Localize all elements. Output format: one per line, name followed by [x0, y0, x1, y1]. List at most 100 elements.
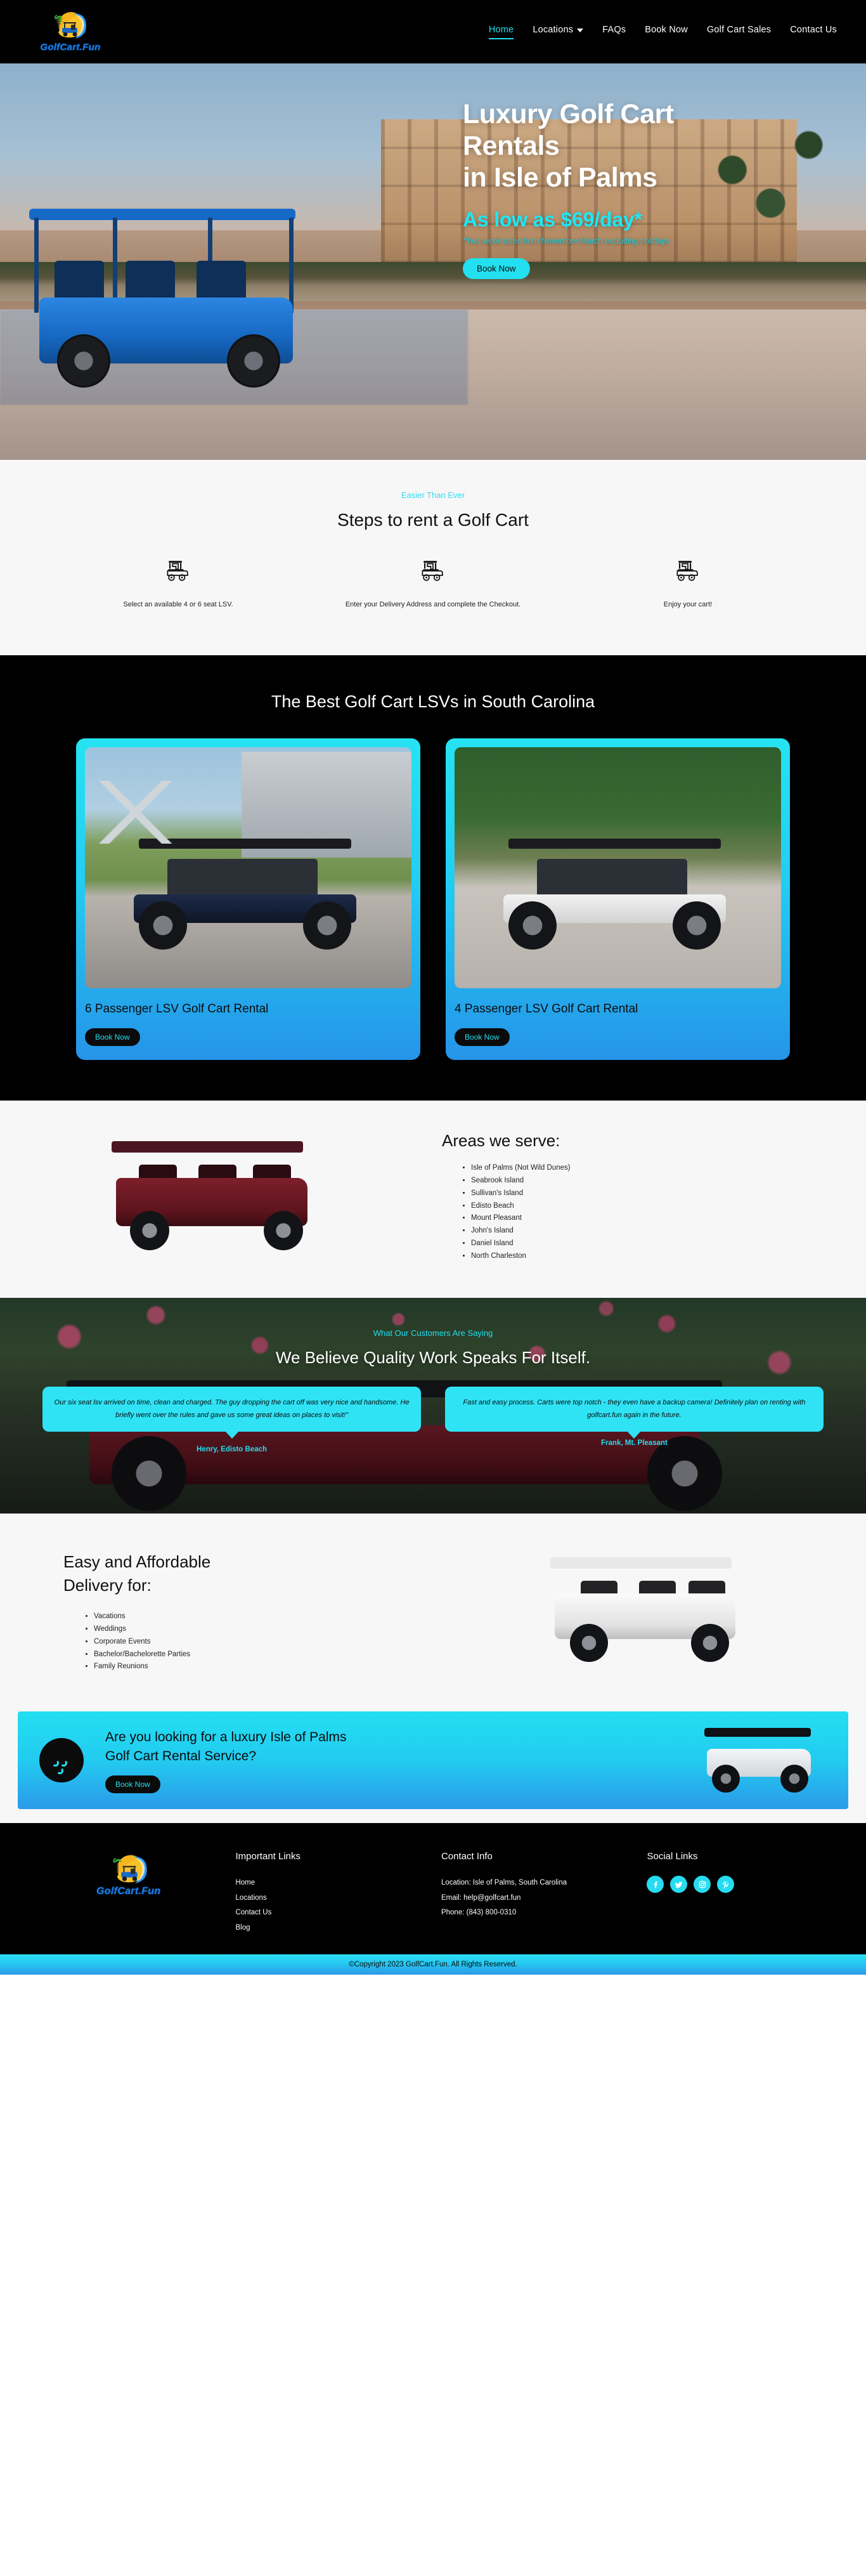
nav-label: FAQs — [602, 24, 626, 35]
step-text: Enter your Delivery Address and complete… — [345, 601, 521, 608]
cta-title: Are you looking for a luxury Isle of Pal… — [105, 1728, 687, 1767]
lsv-card[interactable]: 4 Passenger LSV Golf Cart Rental Book No… — [446, 738, 790, 1061]
areas-image-wrap — [0, 1137, 433, 1257]
copyright-bar: ©Copyright 2023 GolfCart.Fun. All Rights… — [0, 1954, 866, 1975]
hero-price-headline: As low as $69/day* — [463, 207, 642, 231]
lsv-section: The Best Golf Cart LSVs in South Carolin… — [0, 655, 866, 1101]
footer-link-locations[interactable]: Locations — [235, 1891, 441, 1906]
social-links-row — [647, 1876, 844, 1893]
hero-copy: Luxury Golf Cart Rentals in Isle of Palm… — [463, 99, 830, 279]
nav-item-golf-cart-sales[interactable]: Golf Cart Sales — [707, 25, 771, 39]
testimonial-list: Our six seat lsv arrived on time, clean … — [0, 1387, 866, 1453]
list-item: Mount Pleasant — [471, 1212, 866, 1225]
delivery-section: Easy and Affordable Delivery for: Vacati… — [0, 1514, 866, 1712]
testimonials-content: What Our Customers Are Saying We Believe… — [0, 1298, 866, 1453]
footer-social-column: Social Links — [647, 1851, 844, 1935]
golf-ball-icon — [39, 1738, 84, 1783]
golf-cart-icon — [65, 557, 292, 585]
nav-item-contact-us[interactable]: Contact Us — [790, 25, 837, 39]
step-item: Select an available 4 or 6 seat LSV. — [51, 557, 306, 611]
nav-item-locations[interactable]: Locations — [533, 25, 584, 39]
lsv-section-title: The Best Golf Cart LSVs in South Carolin… — [271, 691, 595, 711]
instagram-icon[interactable] — [694, 1876, 711, 1893]
testimonials-section: What Our Customers Are Saying We Believe… — [0, 1298, 866, 1514]
twitter-icon[interactable] — [670, 1876, 688, 1893]
delivery-list: Vacations Weddings Corporate Events Bach… — [63, 1611, 433, 1673]
testimonials-title: We Believe Quality Work Speaks For Itsel… — [275, 1348, 591, 1368]
testimonial-author: Frank, Mt. Pleasant — [601, 1439, 668, 1447]
golf-cart-wave-logo-icon — [52, 11, 89, 41]
steps-row: Select an available 4 or 6 seat LSV. Ent… — [0, 557, 866, 611]
list-item: Sullivan's Island — [471, 1187, 866, 1200]
footer-brand-wordmark: GolfCart.Fun — [96, 1886, 161, 1897]
list-item: North Charleston — [471, 1250, 866, 1263]
testimonial-quote: Fast and easy process. Carts were top no… — [445, 1387, 824, 1432]
steps-section: Easier Than Ever Steps to rent a Golf Ca… — [0, 460, 866, 655]
footer-contact-heading: Contact Info — [441, 1851, 493, 1862]
footer-link-blog[interactable]: Blog — [235, 1921, 441, 1936]
hero-price-disclaimer: *Two week rates from November-March excl… — [463, 236, 669, 245]
footer-link-home[interactable]: Home — [235, 1876, 441, 1891]
delivery-title: Easy and Affordable Delivery for: — [63, 1550, 433, 1597]
testimonials-eyebrow: What Our Customers Are Saying — [373, 1328, 493, 1338]
facebook-icon[interactable] — [647, 1876, 664, 1893]
list-item: John's Island — [471, 1225, 866, 1238]
testimonial-item: Fast and easy process. Carts were top no… — [445, 1387, 824, 1447]
main-navigation: Home Locations FAQs Book Now Golf Cart S… — [488, 25, 843, 39]
step-text: Enjoy your cart! — [663, 601, 713, 608]
list-item: Weddings — [94, 1623, 433, 1636]
areas-section: Areas we serve: Isle of Palms (Not Wild … — [0, 1101, 866, 1298]
lsv-book-now-button[interactable]: Book Now — [455, 1028, 510, 1047]
testimonial-quote: Our six seat lsv arrived on time, clean … — [42, 1387, 421, 1432]
testimonial-item: Our six seat lsv arrived on time, clean … — [42, 1387, 421, 1453]
chevron-down-icon — [577, 28, 584, 32]
steps-eyebrow: Easier Than Ever — [401, 490, 465, 500]
white-4-seat-cart-photo — [455, 747, 781, 988]
list-item: Edisto Beach — [471, 1200, 866, 1213]
lsv-card[interactable]: 6 Passenger LSV Golf Cart Rental Book No… — [76, 738, 420, 1061]
footer-contact-column: Contact Info Location: Isle of Palms, So… — [441, 1851, 647, 1935]
cart-illustration — [124, 839, 366, 950]
lsv-book-now-button[interactable]: Book Now — [85, 1028, 140, 1047]
list-item: Family Reunions — [94, 1661, 433, 1673]
footer-social-heading: Social Links — [647, 1851, 698, 1862]
delivery-title-line-1: Easy and Affordable — [63, 1552, 211, 1572]
page-root: GolfCart.Fun Home Locations FAQs Book No… — [0, 0, 866, 1975]
nav-item-faqs[interactable]: FAQs — [602, 25, 626, 39]
delivery-copy: Easy and Affordable Delivery for: Vacati… — [0, 1550, 433, 1673]
cta-title-line-1: Are you looking for a luxury Isle of Pal… — [105, 1729, 347, 1744]
footer-link-contact-us[interactable]: Contact Us — [235, 1906, 441, 1921]
steps-title: Steps to rent a Golf Cart — [337, 510, 529, 530]
areas-list: Isle of Palms (Not Wild Dunes) Seabrook … — [442, 1162, 866, 1262]
lsv-card-title: 4 Passenger LSV Golf Cart Rental — [455, 1002, 638, 1016]
step-text: Select an available 4 or 6 seat LSV. — [123, 601, 233, 608]
white-golf-cart-photo — [542, 1555, 758, 1669]
hero-book-now-button[interactable]: Book Now — [463, 258, 530, 279]
cta-title-line-2: Golf Cart Rental Service? — [105, 1749, 257, 1764]
hero-title-line-1: Luxury Golf Cart — [463, 99, 674, 129]
brand-logo[interactable]: GolfCart.Fun — [23, 11, 118, 53]
hero-title-line-3: in Isle of Palms — [463, 162, 657, 193]
lsv-card-title: 6 Passenger LSV Golf Cart Rental — [85, 1002, 269, 1016]
hero-title-line-2: Rentals — [463, 130, 560, 161]
list-item: Isle of Palms (Not Wild Dunes) — [471, 1162, 866, 1175]
footer-email[interactable]: Email: help@golfcart.fun — [441, 1891, 647, 1906]
footer-grid: GolfCart.Fun Important Links Home Locati… — [0, 1851, 866, 1935]
testimonial-author: Henry, Edisto Beach — [197, 1445, 268, 1453]
hero-golf-cart-image — [18, 209, 322, 399]
nav-item-book-now[interactable]: Book Now — [645, 25, 688, 39]
footer-brand[interactable]: GolfCart.Fun — [22, 1851, 235, 1935]
cta-book-now-button[interactable]: Book Now — [105, 1775, 160, 1793]
navy-6-seat-cart-photo — [85, 747, 411, 988]
footer-phone[interactable]: Phone: (843) 800-0310 — [441, 1906, 647, 1921]
nav-item-home[interactable]: Home — [488, 25, 514, 39]
areas-copy: Areas we serve: Isle of Palms (Not Wild … — [433, 1131, 866, 1262]
red-golf-cart-photo — [103, 1137, 331, 1257]
site-footer: GolfCart.Fun Important Links Home Locati… — [0, 1823, 866, 1955]
list-item: Seabrook Island — [471, 1175, 866, 1187]
step-item: Enjoy your cart! — [560, 557, 815, 611]
pinterest-icon[interactable] — [717, 1876, 735, 1893]
golf-cart-wave-logo-icon — [110, 1854, 147, 1884]
delivery-title-line-2: Delivery for: — [63, 1575, 152, 1595]
cta-banner-wrap: Are you looking for a luxury Isle of Pal… — [0, 1711, 866, 1824]
